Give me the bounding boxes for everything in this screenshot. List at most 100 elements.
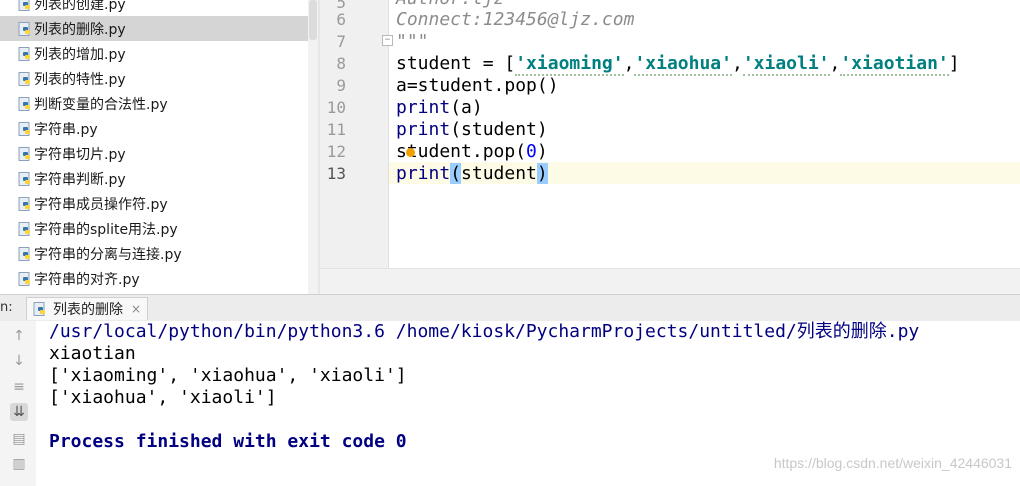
- project-file-label: 列表的创建.py: [34, 0, 126, 13]
- python-file-icon: [18, 71, 32, 86]
- line-number: 7: [336, 32, 346, 51]
- project-file-item[interactable]: 列表的增加.py: [0, 41, 308, 66]
- fold-marker-icon[interactable]: −: [382, 35, 393, 46]
- console-exit-message: Process finished with exit code 0: [49, 431, 407, 452]
- project-tree: 列表的创建.py 列表的删除.py 列表的增加.py 列表的特性.py 判断变量的合法性…: [0, 0, 318, 294]
- arrow-down-icon[interactable]: ↓: [10, 352, 28, 370]
- python-file-icon: [18, 21, 32, 36]
- project-file-label: 字符串.py: [34, 121, 98, 138]
- number-literal: 0: [526, 141, 537, 162]
- keyword: print: [396, 119, 451, 140]
- code-token: (student): [450, 119, 548, 140]
- string-literal: 'xiaoli': [742, 53, 830, 76]
- print-icon[interactable]: ▤: [10, 430, 28, 448]
- python-file-icon: [18, 121, 32, 136]
- line-number: 6: [336, 10, 346, 29]
- project-file-label: 列表的增加.py: [34, 46, 126, 63]
- string-literal: 'xiaotian': [840, 53, 949, 76]
- project-file-label: 字符串判断.py: [34, 171, 126, 188]
- tree-scrollbar[interactable]: [308, 0, 318, 294]
- project-file-label: 字符串的对齐.py: [34, 271, 140, 288]
- python-file-icon: [18, 221, 32, 236]
- tree-scrollbar-thumb[interactable]: [309, 0, 317, 40]
- code-token: ): [536, 141, 548, 162]
- code-token: (a): [450, 97, 483, 118]
- code-line-7: """: [396, 31, 429, 52]
- intention-bulb-icon[interactable]: [406, 148, 415, 157]
- python-file-icon: [18, 0, 32, 11]
- project-file-item[interactable]: 判断变量的合法性.py: [0, 91, 308, 116]
- soft-wrap-icon[interactable]: ≡: [10, 378, 28, 396]
- python-file-icon: [18, 96, 32, 111]
- matched-paren: ): [536, 163, 548, 184]
- code-line-6: Connect:123456@ljz.com: [396, 9, 635, 30]
- project-file-label: 字符串切片.py: [34, 146, 126, 163]
- code-token: ,: [623, 53, 635, 74]
- string-literal: 'xiaoming': [515, 53, 624, 76]
- line-number: 8: [336, 54, 346, 73]
- project-file-item[interactable]: 列表的删除.py: [0, 16, 308, 41]
- string-literal: 'xiaohua': [634, 53, 732, 76]
- line-number: 10: [326, 98, 346, 117]
- code-line-11: print(student): [396, 119, 548, 141]
- code-line-10: print(a): [396, 97, 483, 119]
- close-icon[interactable]: ×: [131, 302, 141, 316]
- project-file-item[interactable]: 列表的特性.py: [0, 66, 308, 91]
- matched-paren: (: [450, 163, 462, 184]
- keyword: print: [396, 97, 451, 118]
- run-toolbar: ↑ ↓ ≡ ⇊ ▤ ▥: [0, 321, 37, 486]
- code-line-9: a=student.pop(): [396, 75, 559, 96]
- project-file-item[interactable]: 字符串的对齐.py: [0, 266, 308, 291]
- line-number-gutter: 5 6 7 8 9 10 11 12 13: [320, 0, 389, 268]
- watermark: https://blog.csdn.net/weixin_42446031: [773, 455, 1012, 471]
- code-area[interactable]: Author:ljz Connect:123456@ljz.com """ st…: [396, 0, 1016, 268]
- keyword: print: [396, 163, 451, 184]
- python-file-icon: [18, 246, 32, 261]
- code-editor[interactable]: 5 6 7 8 9 10 11 12 13 − Author:ljz Conne…: [320, 0, 1020, 295]
- code-token: ]: [948, 53, 960, 74]
- code-token: student.pop(: [396, 141, 527, 162]
- project-file-item[interactable]: 列表的创建.py: [0, 0, 308, 16]
- project-file-label: 字符串成员操作符.py: [34, 196, 168, 213]
- run-tab[interactable]: 列表的删除 ×: [26, 297, 149, 320]
- project-file-item[interactable]: 字符串的分离与连接.py: [0, 241, 308, 266]
- run-panel-header: n: 列表的删除 ×: [0, 294, 1020, 322]
- line-number: 12: [326, 142, 346, 161]
- console-output-line: xiaotian: [49, 343, 136, 364]
- python-file-icon: [18, 146, 32, 161]
- line-number: 9: [336, 76, 346, 95]
- code-line-12: student.pop(0): [396, 141, 548, 163]
- line-number: 11: [326, 120, 346, 139]
- code-token: ,: [731, 53, 743, 74]
- python-file-icon: [18, 271, 32, 286]
- project-file-item[interactable]: 字符串切片.py: [0, 141, 308, 166]
- project-file-item[interactable]: 字符串的splite用法.py: [0, 216, 308, 241]
- console-command-line: /usr/local/python/bin/python3.6 /home/ki…: [49, 321, 920, 342]
- run-tab-title: 列表的删除: [53, 302, 123, 318]
- code-line-8: student = ['xiaoming','xiaohua','xiaoli'…: [396, 53, 960, 76]
- code-line-13: print(student): [396, 163, 548, 185]
- python-file-icon: [18, 171, 32, 186]
- console-output-line: ['xiaoming', 'xiaohua', 'xiaoli']: [49, 365, 407, 386]
- console-output-line: ['xiaohua', 'xiaoli']: [49, 387, 277, 408]
- editor-horizontal-scrollbar[interactable]: [320, 268, 1020, 295]
- arrow-up-icon[interactable]: ↑: [10, 327, 28, 345]
- line-number-current: 13: [326, 164, 346, 183]
- project-file-item[interactable]: 字符串.py: [0, 116, 308, 141]
- python-file-icon: [18, 46, 32, 61]
- code-token: ,: [829, 53, 841, 74]
- python-file-icon: [33, 302, 47, 316]
- project-file-label: 字符串的splite用法.py: [34, 221, 178, 238]
- python-file-icon: [18, 196, 32, 211]
- project-file-label: 字符串的分离与连接.py: [34, 246, 182, 263]
- code-token: student = [: [396, 53, 516, 74]
- project-file-item[interactable]: 字符串判断.py: [0, 166, 308, 191]
- code-token: student: [461, 163, 537, 184]
- scroll-to-end-icon[interactable]: ⇊: [10, 403, 28, 421]
- project-file-label: 列表的删除.py: [34, 21, 126, 38]
- project-file-item[interactable]: 字符串成员操作符.py: [0, 191, 308, 216]
- project-file-label: 判断变量的合法性.py: [34, 96, 168, 113]
- run-label: n:: [0, 300, 13, 315]
- trash-icon[interactable]: ▥: [10, 455, 28, 473]
- project-file-label: 列表的特性.py: [34, 71, 126, 88]
